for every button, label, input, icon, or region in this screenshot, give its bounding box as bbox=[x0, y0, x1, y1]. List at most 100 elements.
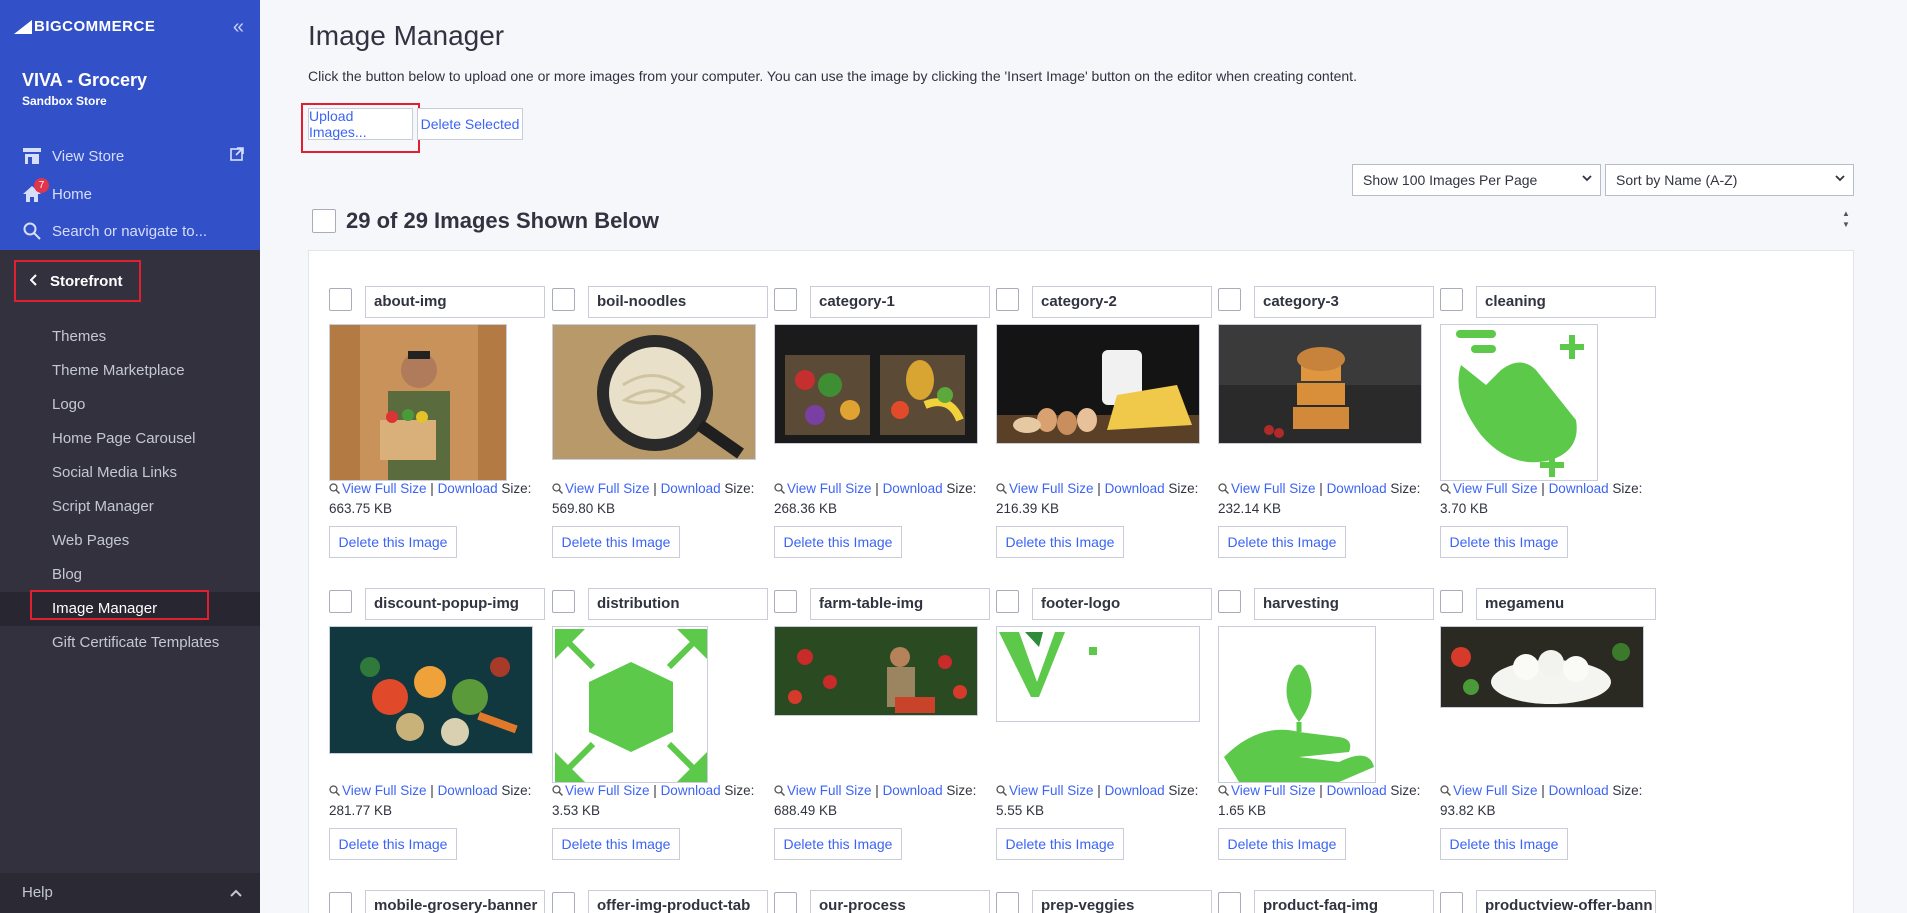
image-thumbnail[interactable] bbox=[996, 324, 1200, 444]
image-name-field[interactable]: distribution bbox=[588, 588, 768, 620]
delete-image-button[interactable]: Delete this Image bbox=[1440, 828, 1568, 860]
view-full-size-link[interactable]: View Full Size bbox=[565, 783, 650, 798]
image-select-checkbox[interactable] bbox=[329, 590, 352, 613]
image-select-checkbox[interactable] bbox=[1440, 288, 1463, 311]
image-name-field[interactable]: boil-noodles bbox=[588, 286, 768, 318]
image-thumbnail[interactable] bbox=[329, 324, 507, 481]
image-select-checkbox[interactable] bbox=[1440, 892, 1463, 913]
scroll-arrows-icon[interactable]: ▲ ▼ bbox=[1840, 208, 1852, 238]
upload-images-button[interactable]: Upload Images... bbox=[308, 108, 413, 140]
download-link[interactable]: Download bbox=[1549, 783, 1609, 798]
delete-image-button[interactable]: Delete this Image bbox=[1218, 526, 1346, 558]
view-full-size-link[interactable]: View Full Size bbox=[1231, 783, 1316, 798]
view-full-size-link[interactable]: View Full Size bbox=[342, 783, 427, 798]
download-link[interactable]: Download bbox=[1327, 783, 1387, 798]
download-link[interactable]: Download bbox=[1549, 481, 1609, 496]
image-thumbnail[interactable] bbox=[1218, 324, 1422, 444]
image-select-checkbox[interactable] bbox=[329, 288, 352, 311]
view-full-size-link[interactable]: View Full Size bbox=[1453, 783, 1538, 798]
image-select-checkbox[interactable] bbox=[552, 590, 575, 613]
image-thumbnail[interactable] bbox=[1440, 324, 1598, 481]
delete-image-button[interactable]: Delete this Image bbox=[996, 526, 1124, 558]
select-all-checkbox[interactable] bbox=[312, 209, 336, 233]
help-menu[interactable]: Help bbox=[0, 873, 260, 913]
delete-image-button[interactable]: Delete this Image bbox=[1218, 828, 1346, 860]
sidebar-item-logo[interactable]: Logo bbox=[0, 388, 260, 422]
image-select-checkbox[interactable] bbox=[1218, 288, 1241, 311]
view-store-link[interactable]: View Store bbox=[22, 146, 124, 166]
delete-image-button[interactable]: Delete this Image bbox=[329, 828, 457, 860]
view-full-size-link[interactable]: View Full Size bbox=[1453, 481, 1538, 496]
download-link[interactable]: Download bbox=[438, 783, 498, 798]
download-link[interactable]: Download bbox=[1105, 481, 1165, 496]
image-thumbnail[interactable] bbox=[1440, 626, 1644, 708]
image-name-field[interactable]: category-3 bbox=[1254, 286, 1434, 318]
external-link-icon[interactable] bbox=[230, 147, 244, 161]
image-name-field[interactable]: prep-veggies bbox=[1032, 890, 1212, 913]
delete-image-button[interactable]: Delete this Image bbox=[1440, 526, 1568, 558]
sidebar-item-themes[interactable]: Themes bbox=[0, 320, 260, 354]
image-name-field[interactable]: harvesting bbox=[1254, 588, 1434, 620]
image-select-checkbox[interactable] bbox=[774, 590, 797, 613]
image-select-checkbox[interactable] bbox=[774, 288, 797, 311]
image-name-field[interactable]: footer-logo bbox=[1032, 588, 1212, 620]
view-full-size-link[interactable]: View Full Size bbox=[787, 783, 872, 798]
image-thumbnail[interactable] bbox=[552, 324, 756, 460]
image-name-field[interactable]: category-2 bbox=[1032, 286, 1212, 318]
sidebar-item-script-manager[interactable]: Script Manager bbox=[0, 490, 260, 524]
image-select-checkbox[interactable] bbox=[1218, 590, 1241, 613]
search-navigate[interactable]: Search or navigate to... bbox=[22, 221, 207, 241]
home-link[interactable]: Home bbox=[22, 184, 92, 204]
image-select-checkbox[interactable] bbox=[1218, 892, 1241, 913]
image-select-checkbox[interactable] bbox=[996, 590, 1019, 613]
sidebar-item-home-page-carousel[interactable]: Home Page Carousel bbox=[0, 422, 260, 456]
image-name-field[interactable]: cleaning bbox=[1476, 286, 1656, 318]
view-full-size-link[interactable]: View Full Size bbox=[1009, 481, 1094, 496]
image-thumbnail[interactable] bbox=[996, 626, 1200, 722]
image-thumbnail[interactable] bbox=[329, 626, 533, 754]
delete-image-button[interactable]: Delete this Image bbox=[996, 828, 1124, 860]
image-select-checkbox[interactable] bbox=[996, 892, 1019, 913]
delete-image-button[interactable]: Delete this Image bbox=[552, 526, 680, 558]
image-thumbnail[interactable] bbox=[552, 626, 708, 783]
image-select-checkbox[interactable] bbox=[329, 892, 352, 913]
view-full-size-link[interactable]: View Full Size bbox=[342, 481, 427, 496]
image-name-field[interactable]: farm-table-img bbox=[810, 588, 990, 620]
bigcommerce-logo[interactable]: BIGCOMMERCE bbox=[14, 18, 155, 35]
download-link[interactable]: Download bbox=[1327, 481, 1387, 496]
images-per-page-select[interactable]: Show 100 Images Per Page bbox=[1352, 164, 1601, 196]
sidebar-item-gift-certificate-templates[interactable]: Gift Certificate Templates bbox=[0, 626, 260, 660]
image-name-field[interactable]: productview-offer-bann bbox=[1476, 890, 1656, 913]
image-name-field[interactable]: mobile-grosery-banner bbox=[365, 890, 545, 913]
delete-image-button[interactable]: Delete this Image bbox=[552, 828, 680, 860]
download-link[interactable]: Download bbox=[883, 481, 943, 496]
image-select-checkbox[interactable] bbox=[1440, 590, 1463, 613]
sidebar-item-social-media-links[interactable]: Social Media Links bbox=[0, 456, 260, 490]
delete-image-button[interactable]: Delete this Image bbox=[774, 526, 902, 558]
image-name-field[interactable]: discount-popup-img bbox=[365, 588, 545, 620]
delete-image-button[interactable]: Delete this Image bbox=[774, 828, 902, 860]
image-thumbnail[interactable] bbox=[774, 324, 978, 444]
image-name-field[interactable]: product-faq-img bbox=[1254, 890, 1434, 913]
storefront-back-button[interactable]: Storefront bbox=[14, 260, 141, 302]
view-full-size-link[interactable]: View Full Size bbox=[787, 481, 872, 496]
download-link[interactable]: Download bbox=[1105, 783, 1165, 798]
image-name-field[interactable]: megamenu bbox=[1476, 588, 1656, 620]
view-full-size-link[interactable]: View Full Size bbox=[1009, 783, 1094, 798]
view-full-size-link[interactable]: View Full Size bbox=[565, 481, 650, 496]
view-full-size-link[interactable]: View Full Size bbox=[1231, 481, 1316, 496]
image-name-field[interactable]: offer-img-product-tab bbox=[588, 890, 768, 913]
image-name-field[interactable]: our-process bbox=[810, 890, 990, 913]
image-thumbnail[interactable] bbox=[774, 626, 978, 716]
download-link[interactable]: Download bbox=[661, 481, 721, 496]
sidebar-item-theme-marketplace[interactable]: Theme Marketplace bbox=[0, 354, 260, 388]
download-link[interactable]: Download bbox=[883, 783, 943, 798]
image-select-checkbox[interactable] bbox=[552, 288, 575, 311]
download-link[interactable]: Download bbox=[661, 783, 721, 798]
delete-selected-button[interactable]: Delete Selected bbox=[417, 108, 523, 140]
image-name-field[interactable]: about-img bbox=[365, 286, 545, 318]
download-link[interactable]: Download bbox=[438, 481, 498, 496]
image-name-field[interactable]: category-1 bbox=[810, 286, 990, 318]
image-select-checkbox[interactable] bbox=[552, 892, 575, 913]
image-thumbnail[interactable] bbox=[1218, 626, 1376, 783]
